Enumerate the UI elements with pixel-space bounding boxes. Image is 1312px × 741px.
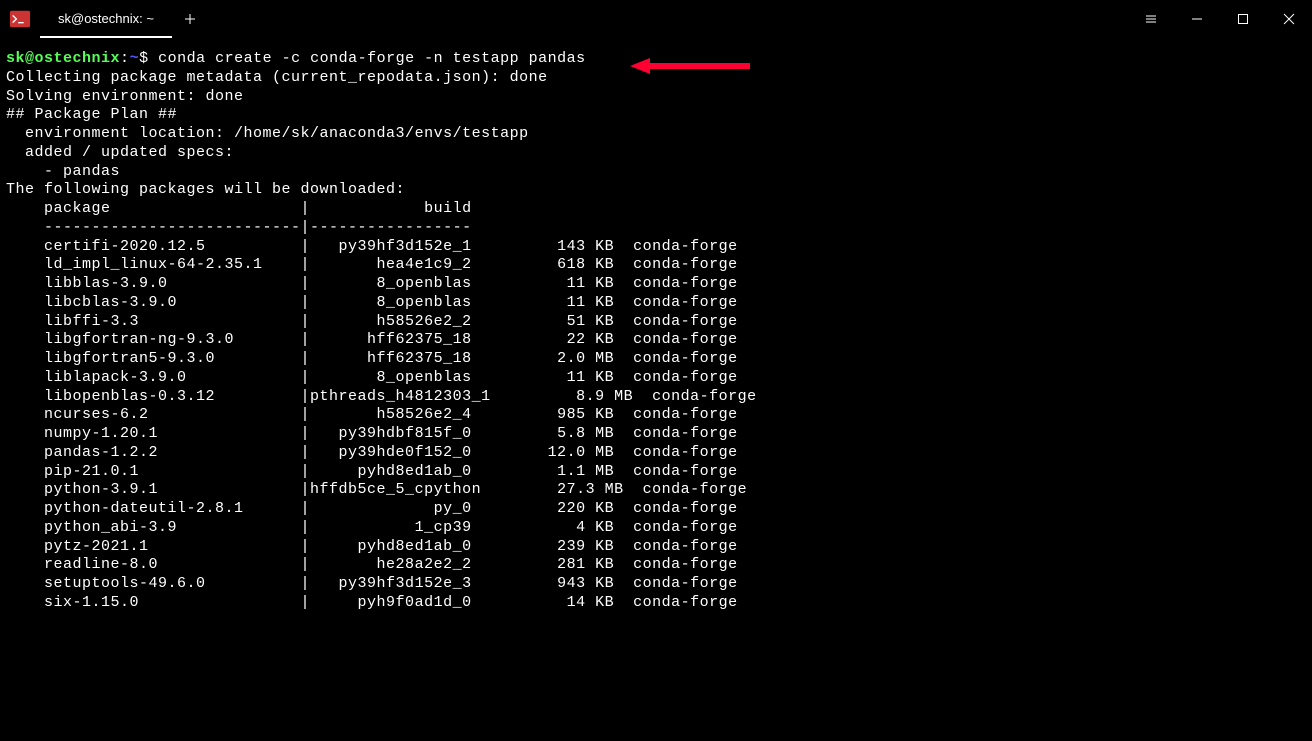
minimize-icon <box>1191 13 1203 25</box>
table-row: setuptools-49.6.0 | py39hf3d152e_3 943 K… <box>6 575 1306 594</box>
table-row: libgfortran5-9.3.0 | hff62375_18 2.0 MB … <box>6 350 1306 369</box>
command-text: conda create -c conda-forge -n testapp p… <box>158 50 586 67</box>
table-row: libopenblas-0.3.12 |pthreads_h4812303_1 … <box>6 388 1306 407</box>
table-row: libgfortran-ng-9.3.0 | hff62375_18 22 KB… <box>6 331 1306 350</box>
table-row: pandas-1.2.2 | py39hde0f152_0 12.0 MB co… <box>6 444 1306 463</box>
table-header: package | build <box>6 200 1306 219</box>
menu-button[interactable] <box>1128 0 1174 38</box>
table-row: readline-8.0 | he28a2e2_2 281 KB conda-f… <box>6 556 1306 575</box>
prompt-user: sk <box>6 50 25 67</box>
table-row: liblapack-3.9.0 | 8_openblas 11 KB conda… <box>6 369 1306 388</box>
minimize-button[interactable] <box>1174 0 1220 38</box>
terminal-output[interactable]: sk@ostechnix:~$ conda create -c conda-fo… <box>0 38 1312 625</box>
output-line: added / updated specs: <box>6 144 1306 163</box>
tab-title: sk@ostechnix: ~ <box>58 11 154 26</box>
prompt-host: ostechnix <box>35 50 121 67</box>
table-row: six-1.15.0 | pyh9f0ad1d_0 14 KB conda-fo… <box>6 594 1306 613</box>
maximize-icon <box>1237 13 1249 25</box>
table-row: libblas-3.9.0 | 8_openblas 11 KB conda-f… <box>6 275 1306 294</box>
output-line: Collecting package metadata (current_rep… <box>6 69 1306 88</box>
table-row: python-3.9.1 |hffdb5ce_5_cpython 27.3 MB… <box>6 481 1306 500</box>
prompt-at: @ <box>25 50 35 67</box>
titlebar-left: sk@ostechnix: ~ <box>0 0 208 38</box>
output-line: The following packages will be downloade… <box>6 181 1306 200</box>
app-icon[interactable] <box>0 0 40 38</box>
tab-active[interactable]: sk@ostechnix: ~ <box>40 0 172 38</box>
output-line: environment location: /home/sk/anaconda3… <box>6 125 1306 144</box>
table-row: ld_impl_linux-64-2.35.1 | hea4e1c9_2 618… <box>6 256 1306 275</box>
new-tab-button[interactable] <box>172 0 208 38</box>
maximize-button[interactable] <box>1220 0 1266 38</box>
output-line: Solving environment: done <box>6 88 1306 107</box>
table-row: libcblas-3.9.0 | 8_openblas 11 KB conda-… <box>6 294 1306 313</box>
prompt-path: ~ <box>130 50 140 67</box>
table-row: libffi-3.3 | h58526e2_2 51 KB conda-forg… <box>6 313 1306 332</box>
table-row: python-dateutil-2.8.1 | py_0 220 KB cond… <box>6 500 1306 519</box>
table-row: python_abi-3.9 | 1_cp39 4 KB conda-forge <box>6 519 1306 538</box>
table-row: pytz-2021.1 | pyhd8ed1ab_0 239 KB conda-… <box>6 538 1306 557</box>
titlebar-right <box>1128 0 1312 38</box>
table-row: certifi-2020.12.5 | py39hf3d152e_1 143 K… <box>6 238 1306 257</box>
prompt-line: sk@ostechnix:~$ conda create -c conda-fo… <box>6 50 1306 69</box>
packages-list: certifi-2020.12.5 | py39hf3d152e_1 143 K… <box>6 238 1306 613</box>
prompt-dollar: $ <box>139 50 158 67</box>
table-row: ncurses-6.2 | h58526e2_4 985 KB conda-fo… <box>6 406 1306 425</box>
plus-icon <box>184 13 196 25</box>
output-line: - pandas <box>6 163 1306 182</box>
table-row: numpy-1.20.1 | py39hdbf815f_0 5.8 MB con… <box>6 425 1306 444</box>
output-line: ## Package Plan ## <box>6 106 1306 125</box>
hamburger-icon <box>1145 13 1157 25</box>
table-row: pip-21.0.1 | pyhd8ed1ab_0 1.1 MB conda-f… <box>6 463 1306 482</box>
close-icon <box>1283 13 1295 25</box>
terminal-icon <box>9 8 31 30</box>
titlebar: sk@ostechnix: ~ <box>0 0 1312 38</box>
prompt-colon: : <box>120 50 130 67</box>
table-divider: ---------------------------|------------… <box>6 219 1306 238</box>
close-button[interactable] <box>1266 0 1312 38</box>
